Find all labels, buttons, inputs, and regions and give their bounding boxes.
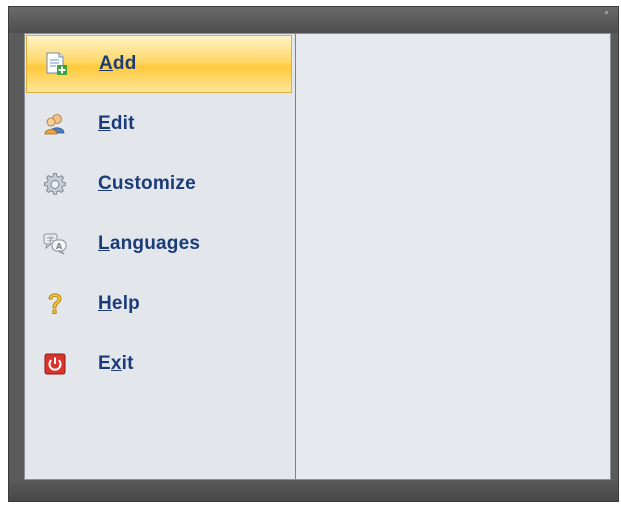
window-frame: Add Edit Customize 字 A Languages Help Ex…	[8, 6, 619, 502]
users-edit-icon	[42, 111, 68, 137]
menu-item-edit[interactable]: Edit	[26, 95, 292, 153]
menu-item-add[interactable]: Add	[26, 35, 292, 93]
menu-item-label: Exit	[98, 353, 134, 375]
mnemonic: H	[98, 293, 112, 314]
question-mark-icon	[42, 291, 68, 317]
mnemonic: C	[98, 173, 112, 194]
menu-item-label: Customize	[98, 173, 196, 195]
menu-item-help[interactable]: Help	[26, 275, 292, 333]
add-document-icon	[43, 51, 69, 77]
menu-item-customize[interactable]: Customize	[26, 155, 292, 213]
mnemonic: E	[98, 113, 111, 134]
mnemonic: x	[110, 353, 122, 374]
menu-item-exit[interactable]: Exit	[26, 335, 292, 393]
window-bottom-bar	[9, 481, 618, 501]
label-rest: ustomize	[111, 173, 196, 194]
menu-item-label: Edit	[98, 113, 135, 135]
menu-item-label: Add	[99, 53, 137, 75]
content-panel	[296, 34, 610, 479]
label-rest: dd	[112, 53, 137, 74]
menu-panel: Add Edit Customize 字 A Languages Help Ex…	[25, 34, 296, 479]
mnemonic: A	[99, 53, 113, 74]
menu-item-label: Languages	[98, 233, 200, 255]
frame-grip-top-right	[605, 11, 608, 14]
label-prefix: E	[98, 353, 111, 374]
gear-icon	[42, 171, 68, 197]
window-top-bar	[9, 7, 618, 33]
main-area: Add Edit Customize 字 A Languages Help Ex…	[24, 33, 611, 480]
label-rest: it	[121, 353, 134, 374]
label-rest: elp	[111, 293, 140, 314]
label-rest: dit	[110, 113, 135, 134]
power-icon	[42, 351, 68, 377]
label-rest: anguages	[109, 233, 201, 254]
menu-item-languages[interactable]: 字 A Languages	[26, 215, 292, 273]
svg-text:A: A	[56, 242, 63, 251]
menu-item-label: Help	[98, 293, 140, 315]
speech-bubbles-icon: 字 A	[42, 231, 68, 257]
mnemonic: L	[98, 233, 110, 254]
